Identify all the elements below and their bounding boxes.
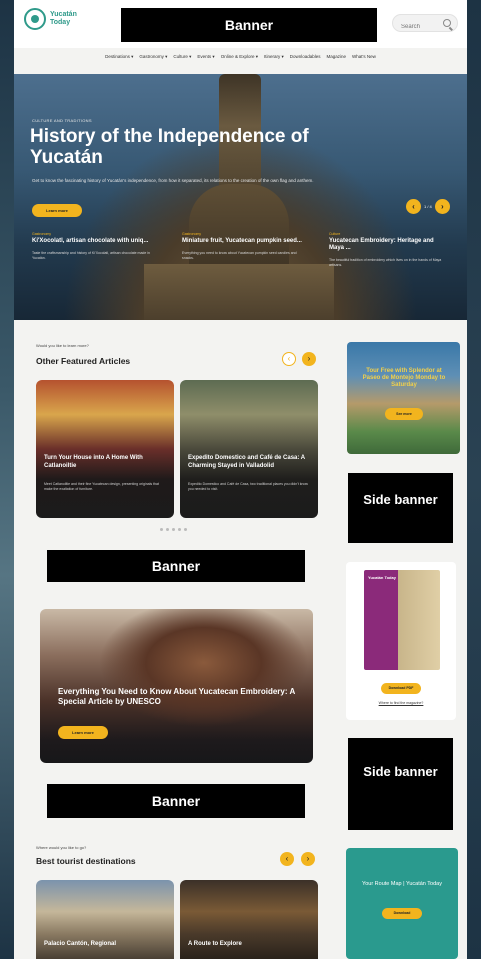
hero-article-title[interactable]: Miniature fruit, Yucatecan pumpkin seed.… [182,238,302,245]
carousel-dot[interactable] [178,528,181,531]
hero-article-card[interactable]: Culture Yucatecan Embroidery: Heritage a… [329,232,449,267]
carousel-dot[interactable] [184,528,187,531]
search-box[interactable] [392,14,458,35]
destination-title[interactable]: Palacio Cantón, Regional [44,941,166,948]
destinations-next-button[interactable]: › [301,852,315,866]
sidebar-tour-button[interactable]: See more [385,408,423,420]
nav-item-downloadables[interactable]: Downloadables [290,54,321,68]
featured-article-description: Meet Catlanoiltie and their fine Yucatec… [44,482,159,491]
sidebar-magazine-promo: Yucatán Today Download PDF Where to find… [346,562,456,720]
background-left [0,0,14,959]
nav-item-destinations[interactable]: Destinations ▾ [105,54,133,68]
background-right [467,0,481,959]
featured-prev-button[interactable]: ‹ [282,352,296,366]
hero-article-list: Gastronomy Ki'Xocolatl, artisan chocolat… [32,232,452,302]
top-banner-ad[interactable]: Banner [121,8,377,42]
mid-banner-ad-2[interactable]: Banner [47,784,305,818]
site-logo[interactable]: Yucatán Today [24,8,84,30]
embroidery-learn-more-button[interactable]: Learn more [58,726,108,739]
hero-article-description: Everything you need to know about Yucate… [182,251,297,260]
embroidery-feature-card[interactable]: Everything You Need to Know About Yucate… [40,609,313,763]
mid-banner-ad[interactable]: Banner [47,550,305,582]
main-nav: Destinations ▾ Gastronomy ▾ Culture ▾ Ev… [14,54,467,68]
featured-article-card[interactable]: Turn Your House into A Home With Catlano… [36,380,174,518]
destinations-section-title: Best tourist destinations [36,856,136,866]
featured-article-title[interactable]: Expedito Domestico and Café de Casa: A C… [188,455,310,470]
sidebar-map-promo[interactable]: Your Route Map | Yucatán Today Download [346,848,458,959]
logo-text: Yucatán Today [50,11,77,26]
nav-item-itinerary[interactable]: Itinerary ▾ [264,54,284,68]
hero-article-title[interactable]: Yucatecan Embroidery: Heritage and Maya … [329,238,449,252]
carousel-dot[interactable] [160,528,163,531]
find-magazine-link[interactable]: Where to find the magazine? [360,701,442,705]
featured-kicker: Would you like to learn more? [36,343,89,348]
hero-article-category: Gastronomy [182,232,202,236]
destination-title[interactable]: A Route to Explore [188,941,310,948]
nav-item-culture[interactable]: Culture ▾ [173,54,191,68]
featured-next-button[interactable]: › [302,352,316,366]
nav-item-events[interactable]: Events ▾ [197,54,214,68]
download-pdf-button[interactable]: Download PDF [381,683,421,694]
carousel-dot[interactable] [166,528,169,531]
featured-article-description: Expedito Domestico and Café de Casa, two… [188,482,308,491]
hero-article-description: The beautiful tradition of embroidery wh… [329,258,442,267]
sidebar-tour-ad[interactable]: Tour Free with Splendor at Paseo de Mont… [347,342,460,454]
side-banner-ad-2[interactable]: Side banner [348,738,453,830]
sidebar-tour-title: Tour Free with Splendor at Paseo de Mont… [362,368,446,388]
featured-article-title[interactable]: Turn Your House into A Home With Catlano… [44,455,166,470]
hero-kicker: CULTURE AND TRADITIONS [32,118,92,123]
hero-prev-button[interactable]: ‹ [406,199,421,214]
search-input[interactable] [393,19,441,35]
destinations-kicker: Where would you like to go? [36,845,87,850]
destination-card[interactable]: Palacio Cantón, Regional [36,880,174,959]
carousel-dot[interactable] [172,528,175,531]
search-icon[interactable] [443,19,451,27]
hero-slide-counter: 1 / 4 [424,204,432,209]
nav-item-magazine[interactable]: Magazine [327,54,347,68]
magazine-cover-caption: Yucatán Today [368,575,396,580]
hero-article-category: Gastronomy [32,232,52,236]
featured-section-title: Other Featured Articles [36,356,131,366]
hero-article-title[interactable]: Ki'Xocolatl, artisan chocolate with uniq… [32,238,152,245]
destinations-prev-button[interactable]: ‹ [280,852,294,866]
carousel-dots [160,528,187,531]
site-header: Yucatán Today Banner [14,0,467,48]
sidebar-map-title: Your Route Map | Yucatán Today [362,881,442,887]
hero-slider-controls: ‹ 1 / 4 › [406,199,450,214]
hero-next-button[interactable]: › [434,199,450,214]
nav-item-gastronomy[interactable]: Gastronomy ▾ [139,54,167,68]
hero-title[interactable]: History of the Independence of Yucatán [30,126,330,168]
nav-item-online[interactable]: Online & Explore ▾ [221,54,258,68]
sidebar-map-button[interactable]: Download [382,908,422,919]
featured-article-card[interactable]: Expedito Domestico and Café de Casa: A C… [180,380,318,518]
hero-learn-more-button[interactable]: Learn more [32,204,82,217]
side-banner-ad[interactable]: Side banner [348,473,453,543]
hero-article-card[interactable]: Gastronomy Ki'Xocolatl, artisan chocolat… [32,232,152,260]
hero-article-description: Taste the craftsmanship and history of K… [32,251,150,260]
logo-icon [24,8,46,30]
magazine-cover-image[interactable]: Yucatán Today [364,570,440,670]
embroidery-feature-title[interactable]: Everything You Need to Know About Yucate… [58,687,298,707]
page: Yucatán Today Banner Destinations ▾ Gast… [14,0,467,959]
nav-item-whats-new[interactable]: What's New [352,54,376,68]
hero-description: Get to know the fascinating history of Y… [32,178,314,183]
hero-article-category: Culture [329,232,341,236]
hero-article-card[interactable]: Gastronomy Miniature fruit, Yucatecan pu… [182,232,302,260]
hero-slider: CULTURE AND TRADITIONS History of the In… [14,74,467,320]
destination-card[interactable]: A Route to Explore [180,880,318,959]
